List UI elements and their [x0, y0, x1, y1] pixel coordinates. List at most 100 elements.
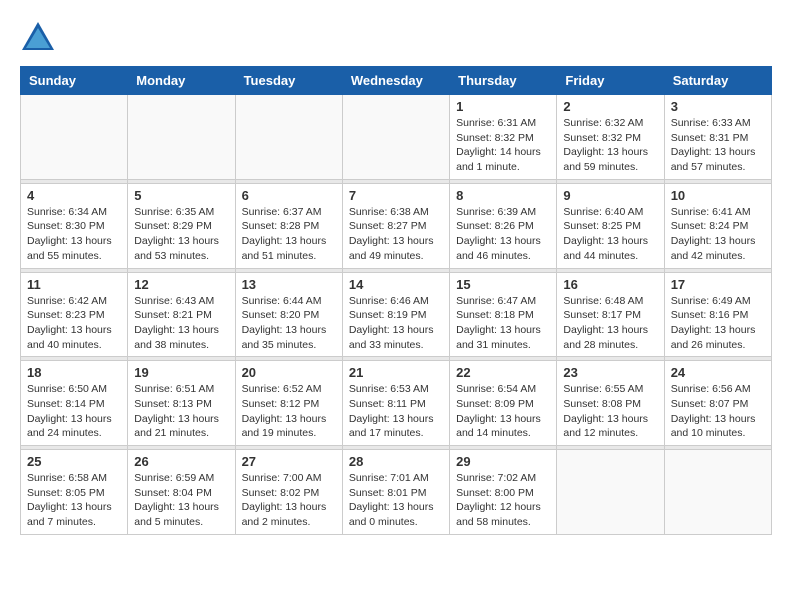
day-info: Sunrise: 6:38 AM Sunset: 8:27 PM Dayligh… — [349, 205, 443, 264]
day-number: 10 — [671, 188, 765, 203]
day-info: Sunrise: 7:00 AM Sunset: 8:02 PM Dayligh… — [242, 471, 336, 530]
day-info: Sunrise: 6:49 AM Sunset: 8:16 PM Dayligh… — [671, 294, 765, 353]
day-number: 18 — [27, 365, 121, 380]
calendar-week-3: 11 Sunrise: 6:42 AM Sunset: 8:23 PM Dayli… — [21, 272, 772, 357]
day-info: Sunrise: 6:32 AM Sunset: 8:32 PM Dayligh… — [563, 116, 657, 175]
day-info: Sunrise: 6:50 AM Sunset: 8:14 PM Dayligh… — [27, 382, 121, 441]
logo-icon — [20, 20, 56, 56]
day-info: Sunrise: 6:53 AM Sunset: 8:11 PM Dayligh… — [349, 382, 443, 441]
calendar-week-2: 4Sunrise: 6:34 AM Sunset: 8:30 PM Daylig… — [21, 183, 772, 268]
day-info: Sunrise: 6:35 AM Sunset: 8:29 PM Dayligh… — [134, 205, 228, 264]
day-header-saturday: Saturday — [664, 67, 771, 95]
day-number: 16 — [563, 277, 657, 292]
calendar-cell: 11 Sunrise: 6:42 AM Sunset: 8:23 PM Dayli… — [21, 272, 128, 357]
day-number: 26 — [134, 454, 228, 469]
day-info: Sunrise: 6:43 AM Sunset: 8:21 PM Dayligh… — [134, 294, 228, 353]
calendar-cell: 4Sunrise: 6:34 AM Sunset: 8:30 PM Daylig… — [21, 183, 128, 268]
day-number: 2 — [563, 99, 657, 114]
day-number: 7 — [349, 188, 443, 203]
calendar-cell: 16 Sunrise: 6:48 AM Sunset: 8:17 PM Dayli… — [557, 272, 664, 357]
calendar-cell: 13 Sunrise: 6:44 AM Sunset: 8:20 PM Dayli… — [235, 272, 342, 357]
calendar-week-1: 1 Sunrise: 6:31 AM Sunset: 8:32 PM Daylig… — [21, 95, 772, 180]
calendar-cell: 28 Sunrise: 7:01 AM Sunset: 8:01 PM Dayli… — [342, 450, 449, 535]
day-number: 12 — [134, 277, 228, 292]
calendar-cell: 19Sunrise: 6:51 AM Sunset: 8:13 PM Dayli… — [128, 361, 235, 446]
calendar-cell: 17 Sunrise: 6:49 AM Sunset: 8:16 PM Dayli… — [664, 272, 771, 357]
day-number: 24 — [671, 365, 765, 380]
day-info: Sunrise: 7:01 AM Sunset: 8:01 PM Dayligh… — [349, 471, 443, 530]
calendar-cell: 14 Sunrise: 6:46 AM Sunset: 8:19 PM Dayli… — [342, 272, 449, 357]
day-header-thursday: Thursday — [450, 67, 557, 95]
calendar-cell: 3Sunrise: 6:33 AM Sunset: 8:31 PM Daylig… — [664, 95, 771, 180]
day-number: 3 — [671, 99, 765, 114]
day-info: Sunrise: 6:47 AM Sunset: 8:18 PM Dayligh… — [456, 294, 550, 353]
day-number: 22 — [456, 365, 550, 380]
day-number: 21 — [349, 365, 443, 380]
calendar-header-row: SundayMondayTuesdayWednesdayThursdayFrid… — [21, 67, 772, 95]
day-info: Sunrise: 7:02 AM Sunset: 8:00 PM Dayligh… — [456, 471, 550, 530]
day-number: 4 — [27, 188, 121, 203]
day-info: Sunrise: 6:31 AM Sunset: 8:32 PM Dayligh… — [456, 116, 550, 175]
calendar: SundayMondayTuesdayWednesdayThursdayFrid… — [20, 66, 772, 535]
calendar-cell — [21, 95, 128, 180]
calendar-cell: 9Sunrise: 6:40 AM Sunset: 8:25 PM Daylig… — [557, 183, 664, 268]
day-header-friday: Friday — [557, 67, 664, 95]
calendar-week-4: 18 Sunrise: 6:50 AM Sunset: 8:14 PM Dayli… — [21, 361, 772, 446]
calendar-cell: 20 Sunrise: 6:52 AM Sunset: 8:12 PM Dayli… — [235, 361, 342, 446]
day-number: 23 — [563, 365, 657, 380]
day-number: 11 — [27, 277, 121, 292]
day-info: Sunrise: 6:41 AM Sunset: 8:24 PM Dayligh… — [671, 205, 765, 264]
calendar-cell: 8 Sunrise: 6:39 AM Sunset: 8:26 PM Daylig… — [450, 183, 557, 268]
calendar-cell — [128, 95, 235, 180]
day-number: 8 — [456, 188, 550, 203]
day-info: Sunrise: 6:44 AM Sunset: 8:20 PM Dayligh… — [242, 294, 336, 353]
day-info: Sunrise: 6:59 AM Sunset: 8:04 PM Dayligh… — [134, 471, 228, 530]
calendar-cell: 24 Sunrise: 6:56 AM Sunset: 8:07 PM Dayli… — [664, 361, 771, 446]
calendar-cell — [557, 450, 664, 535]
day-number: 14 — [349, 277, 443, 292]
calendar-cell: 27 Sunrise: 7:00 AM Sunset: 8:02 PM Dayli… — [235, 450, 342, 535]
day-info: Sunrise: 6:52 AM Sunset: 8:12 PM Dayligh… — [242, 382, 336, 441]
day-number: 1 — [456, 99, 550, 114]
day-number: 15 — [456, 277, 550, 292]
day-number: 28 — [349, 454, 443, 469]
calendar-cell — [235, 95, 342, 180]
day-info: Sunrise: 6:54 AM Sunset: 8:09 PM Dayligh… — [456, 382, 550, 441]
calendar-cell — [664, 450, 771, 535]
calendar-cell: 25 Sunrise: 6:58 AM Sunset: 8:05 PM Dayli… — [21, 450, 128, 535]
day-info: Sunrise: 6:46 AM Sunset: 8:19 PM Dayligh… — [349, 294, 443, 353]
day-number: 19 — [134, 365, 228, 380]
calendar-cell: 1 Sunrise: 6:31 AM Sunset: 8:32 PM Daylig… — [450, 95, 557, 180]
calendar-cell: 2 Sunrise: 6:32 AM Sunset: 8:32 PM Daylig… — [557, 95, 664, 180]
calendar-cell — [342, 95, 449, 180]
day-header-tuesday: Tuesday — [235, 67, 342, 95]
calendar-cell: 12 Sunrise: 6:43 AM Sunset: 8:21 PM Dayli… — [128, 272, 235, 357]
day-info: Sunrise: 6:58 AM Sunset: 8:05 PM Dayligh… — [27, 471, 121, 530]
day-number: 13 — [242, 277, 336, 292]
day-number: 29 — [456, 454, 550, 469]
day-number: 20 — [242, 365, 336, 380]
day-number: 25 — [27, 454, 121, 469]
day-info: Sunrise: 6:48 AM Sunset: 8:17 PM Dayligh… — [563, 294, 657, 353]
day-info: Sunrise: 6:39 AM Sunset: 8:26 PM Dayligh… — [456, 205, 550, 264]
calendar-cell: 6 Sunrise: 6:37 AM Sunset: 8:28 PM Daylig… — [235, 183, 342, 268]
calendar-cell: 15 Sunrise: 6:47 AM Sunset: 8:18 PM Dayli… — [450, 272, 557, 357]
calendar-cell: 5 Sunrise: 6:35 AM Sunset: 8:29 PM Daylig… — [128, 183, 235, 268]
day-header-sunday: Sunday — [21, 67, 128, 95]
day-number: 5 — [134, 188, 228, 203]
day-info: Sunrise: 6:37 AM Sunset: 8:28 PM Dayligh… — [242, 205, 336, 264]
calendar-cell: 23 Sunrise: 6:55 AM Sunset: 8:08 PM Dayli… — [557, 361, 664, 446]
day-number: 27 — [242, 454, 336, 469]
day-info: Sunrise: 6:56 AM Sunset: 8:07 PM Dayligh… — [671, 382, 765, 441]
calendar-cell: 18 Sunrise: 6:50 AM Sunset: 8:14 PM Dayli… — [21, 361, 128, 446]
calendar-cell: 7 Sunrise: 6:38 AM Sunset: 8:27 PM Daylig… — [342, 183, 449, 268]
calendar-cell: 26 Sunrise: 6:59 AM Sunset: 8:04 PM Dayli… — [128, 450, 235, 535]
day-info: Sunrise: 6:55 AM Sunset: 8:08 PM Dayligh… — [563, 382, 657, 441]
day-info: Sunrise: 6:42 AM Sunset: 8:23 PM Dayligh… — [27, 294, 121, 353]
day-number: 17 — [671, 277, 765, 292]
day-number: 6 — [242, 188, 336, 203]
page-header — [20, 20, 772, 56]
logo — [20, 20, 62, 56]
day-number: 9 — [563, 188, 657, 203]
day-header-monday: Monday — [128, 67, 235, 95]
